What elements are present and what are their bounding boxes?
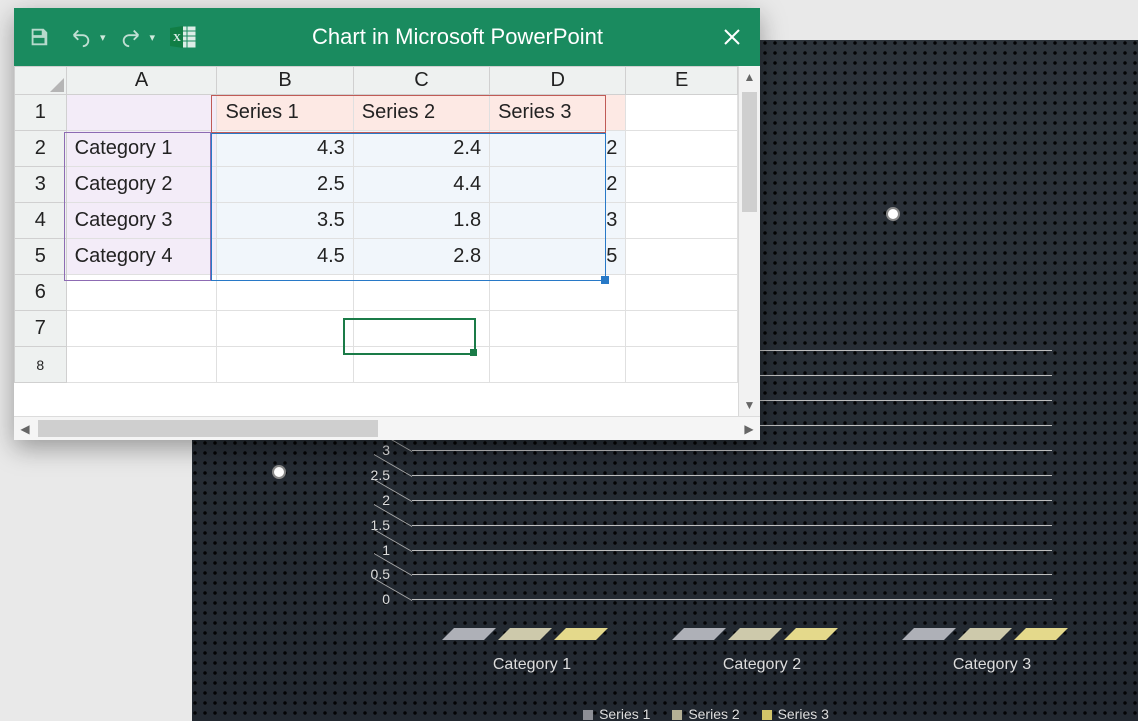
cell-B5[interactable]: 4.5 [217,239,353,275]
horizontal-scrollbar[interactable]: ◀ ▶ [14,416,760,440]
cell-B2[interactable]: 4.3 [217,131,353,167]
scroll-down-icon[interactable]: ▼ [739,394,760,416]
quick-access-toolbar: ▾ ▾ X [22,20,203,54]
cell-C2[interactable]: 2.4 [353,131,489,167]
window-title: Chart in Microsoft PowerPoint [203,24,712,50]
cell-E3[interactable] [626,167,738,203]
x-category: Category 2 [672,656,852,674]
cell-E4[interactable] [626,203,738,239]
titlebar[interactable]: ▾ ▾ X Chart in Microsoft PowerPoint [14,8,760,66]
cell-C5[interactable]: 2.8 [353,239,489,275]
cell-C7[interactable] [353,311,489,347]
save-button[interactable] [22,20,56,54]
cell-E6[interactable] [626,275,738,311]
row-header[interactable]: 8 [15,347,67,383]
worksheet-area: A B C D E 1 Series 1 Series 2 Series 3 2… [14,66,760,416]
col-header-E[interactable]: E [626,67,738,95]
legend-label: Series 1 [599,706,650,721]
cell-D7[interactable] [490,311,626,347]
cell-D5[interactable]: 5 [490,239,626,275]
undo-menu-icon[interactable]: ▾ [100,31,106,44]
cell-D2[interactable]: 2 [490,131,626,167]
col-header-D[interactable]: D [490,67,626,95]
cell-A3[interactable]: Category 2 [66,167,217,203]
legend-swatch-icon [762,710,772,720]
worksheet-grid[interactable]: A B C D E 1 Series 1 Series 2 Series 3 2… [14,66,738,416]
legend-swatch-icon [583,710,593,720]
cell-B7[interactable] [217,311,353,347]
legend-label: Series 3 [778,706,829,721]
cell-A5[interactable]: Category 4 [66,239,217,275]
redo-menu-icon[interactable]: ▾ [150,31,156,44]
cell-C6[interactable] [353,275,489,311]
svg-text:X: X [173,32,181,44]
cell-B1[interactable]: Series 1 [217,95,353,131]
legend-label: Series 2 [688,706,739,721]
scroll-right-icon[interactable]: ▶ [738,417,760,440]
cell-C1[interactable]: Series 2 [353,95,489,131]
selection-handle-top[interactable] [886,207,900,221]
vertical-scroll-thumb[interactable] [742,92,757,212]
row-header[interactable]: 5 [15,239,67,275]
scroll-left-icon[interactable]: ◀ [14,417,36,440]
cell-D6[interactable] [490,275,626,311]
row-header[interactable]: 2 [15,131,67,167]
horizontal-scroll-track[interactable] [36,417,378,440]
undo-button[interactable] [64,20,98,54]
scroll-up-icon[interactable]: ▲ [739,66,760,88]
x-category: Category 1 [442,656,622,674]
cell-A8[interactable] [66,347,217,383]
excel-chart-data-window: ▾ ▾ X Chart in Microsoft PowerPoint [14,8,760,440]
row-header[interactable]: 6 [15,275,67,311]
cell-A4[interactable]: Category 3 [66,203,217,239]
selection-handle-left[interactable] [272,465,286,479]
row-header[interactable]: 7 [15,311,67,347]
cell-D1[interactable]: Series 3 [490,95,626,131]
cell-B6[interactable] [217,275,353,311]
col-header-C[interactable]: C [353,67,489,95]
cell-E5[interactable] [626,239,738,275]
horizontal-scroll-thumb[interactable] [38,420,378,437]
cell-B4[interactable]: 3.5 [217,203,353,239]
cell-C3[interactable]: 4.4 [353,167,489,203]
cell-E7[interactable] [626,311,738,347]
cell-E1[interactable] [626,95,738,131]
cell-C8[interactable] [353,347,489,383]
legend-swatch-icon [672,710,682,720]
sheet-table: A B C D E 1 Series 1 Series 2 Series 3 2… [14,66,738,383]
row-header[interactable]: 3 [15,167,67,203]
excel-app-icon[interactable]: X [163,20,203,54]
select-all-corner[interactable] [15,67,67,95]
cell-D8[interactable] [490,347,626,383]
cell-C4[interactable]: 1.8 [353,203,489,239]
col-header-B[interactable]: B [217,67,353,95]
cell-E8[interactable] [626,347,738,383]
cell-E2[interactable] [626,131,738,167]
close-button[interactable] [712,17,752,57]
cell-A1[interactable] [66,95,217,131]
vertical-scrollbar[interactable]: ▲ ▼ [738,66,760,416]
row-header[interactable]: 1 [15,95,67,131]
chart-x-axis: Category 1 Category 2 Category 3 [412,646,1052,680]
cell-A2[interactable]: Category 1 [66,131,217,167]
cell-B8[interactable] [217,347,353,383]
redo-button[interactable] [114,20,148,54]
cell-B3[interactable]: 2.5 [217,167,353,203]
col-header-A[interactable]: A [66,67,217,95]
cell-A6[interactable] [66,275,217,311]
cell-D3[interactable]: 2 [490,167,626,203]
x-category: Category 3 [902,656,1082,674]
cell-A7[interactable] [66,311,217,347]
row-header[interactable]: 4 [15,203,67,239]
chart-legend[interactable]: Series 1 Series 2 Series 3 [262,706,1132,721]
cell-D4[interactable]: 3 [490,203,626,239]
